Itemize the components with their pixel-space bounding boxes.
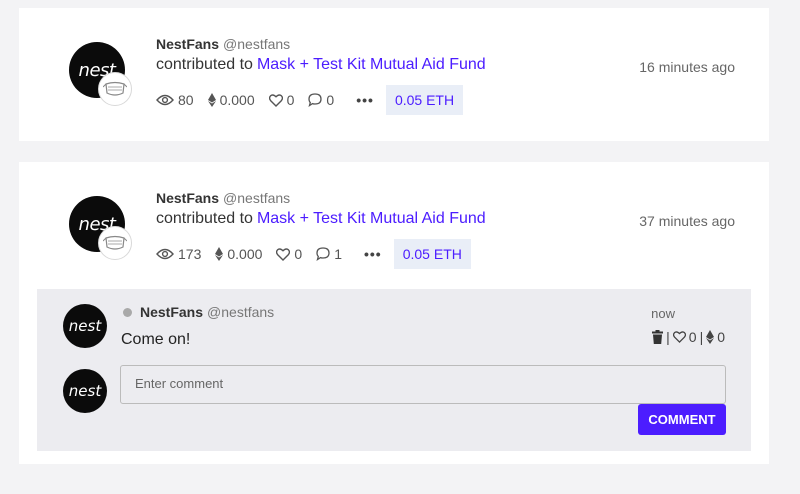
comment-text: Come on! xyxy=(121,331,191,348)
ethereum-icon xyxy=(215,247,224,261)
post-time: 37 minutes ago xyxy=(639,213,735,229)
more-options-button[interactable]: ••• xyxy=(356,92,374,108)
activity-card: nest NestFans @nestfans contributed to Mas… xyxy=(19,162,769,464)
author-line: NestFans @nestfans xyxy=(156,36,290,52)
comments-count: 0 xyxy=(326,92,335,108)
eth-tip-amount: 0.000 xyxy=(227,246,263,262)
trash-icon[interactable] xyxy=(652,330,664,344)
avatar-label: nest xyxy=(68,317,102,335)
author-name[interactable]: NestFans xyxy=(156,36,219,52)
ethereum-icon[interactable] xyxy=(706,330,715,344)
eth-tip-amount: 0.000 xyxy=(219,92,255,108)
commenter-avatar[interactable]: nest xyxy=(63,304,107,348)
ethereum-icon xyxy=(207,93,216,107)
heart-icon xyxy=(268,93,283,107)
more-options-button[interactable]: ••• xyxy=(364,246,382,262)
post-time: 16 minutes ago xyxy=(639,59,735,75)
comment-actions: | 0 | 0 xyxy=(652,329,725,345)
heart-icon xyxy=(276,247,291,261)
likes-count: 0 xyxy=(294,246,303,262)
action-text: contributed to xyxy=(156,210,253,227)
eth-tip-stat[interactable]: 0.000 xyxy=(215,246,262,262)
views-stat: 80 xyxy=(156,92,194,108)
comment-icon xyxy=(308,93,323,107)
activity-card: nest NestFans @nestfans contributed to Mas… xyxy=(19,8,769,141)
contribution-amount-badge: 0.05 ETH xyxy=(393,239,471,269)
mask-icon xyxy=(98,72,132,106)
author-name[interactable]: NestFans xyxy=(156,190,219,206)
views-count: 80 xyxy=(178,92,194,108)
post-stats: 173 0.000 0 1 ••• 0.05 ETH xyxy=(156,239,471,269)
mask-icon xyxy=(98,226,132,260)
views-stat: 173 xyxy=(156,246,201,262)
eye-icon xyxy=(156,248,174,260)
likes-count: 0 xyxy=(286,92,295,108)
separator: | xyxy=(699,329,704,345)
heart-icon[interactable] xyxy=(672,331,686,343)
author-handle: @nestfans xyxy=(223,36,291,52)
status-dot-icon xyxy=(123,307,132,317)
post-stats: 80 0.000 0 0 ••• 0.05 ETH xyxy=(156,85,464,115)
separator: | xyxy=(666,329,670,345)
activity-text: contributed to Mask + Test Kit Mutual Aid… xyxy=(156,56,486,74)
comment-input[interactable] xyxy=(120,365,726,404)
avatar-label: nest xyxy=(68,382,102,400)
comment-time: now xyxy=(651,306,675,321)
activity-text: contributed to Mask + Test Kit Mutual Aid… xyxy=(156,210,486,228)
comment-icon xyxy=(316,247,330,261)
commenter-name[interactable]: NestFans xyxy=(140,304,203,320)
comment-button[interactable]: COMMENT xyxy=(638,404,726,435)
comments-stat[interactable]: 1 xyxy=(316,246,342,262)
likes-stat[interactable]: 0 xyxy=(268,92,295,108)
comment-eth-count: 0 xyxy=(717,329,725,345)
commenter-handle: @nestfans xyxy=(207,304,275,320)
composer-avatar[interactable]: nest xyxy=(63,369,107,413)
comments-count: 1 xyxy=(334,246,342,262)
views-count: 173 xyxy=(178,246,202,262)
commenter-line: NestFans @nestfans xyxy=(123,304,274,320)
eye-icon xyxy=(156,94,174,106)
fund-link[interactable]: Mask + Test Kit Mutual Aid Fund xyxy=(257,210,486,227)
eth-tip-stat[interactable]: 0.000 xyxy=(207,92,255,108)
author-line: NestFans @nestfans xyxy=(156,190,290,206)
comments-panel: nest NestFans @nestfans Come on! now | 0 … xyxy=(37,289,751,451)
contribution-amount-badge: 0.05 ETH xyxy=(385,85,464,115)
likes-stat[interactable]: 0 xyxy=(276,246,302,262)
action-text: contributed to xyxy=(156,56,253,73)
fund-link[interactable]: Mask + Test Kit Mutual Aid Fund xyxy=(257,56,486,73)
comment-likes-count: 0 xyxy=(688,329,697,345)
author-handle: @nestfans xyxy=(223,190,291,206)
comments-stat[interactable]: 0 xyxy=(308,92,334,108)
